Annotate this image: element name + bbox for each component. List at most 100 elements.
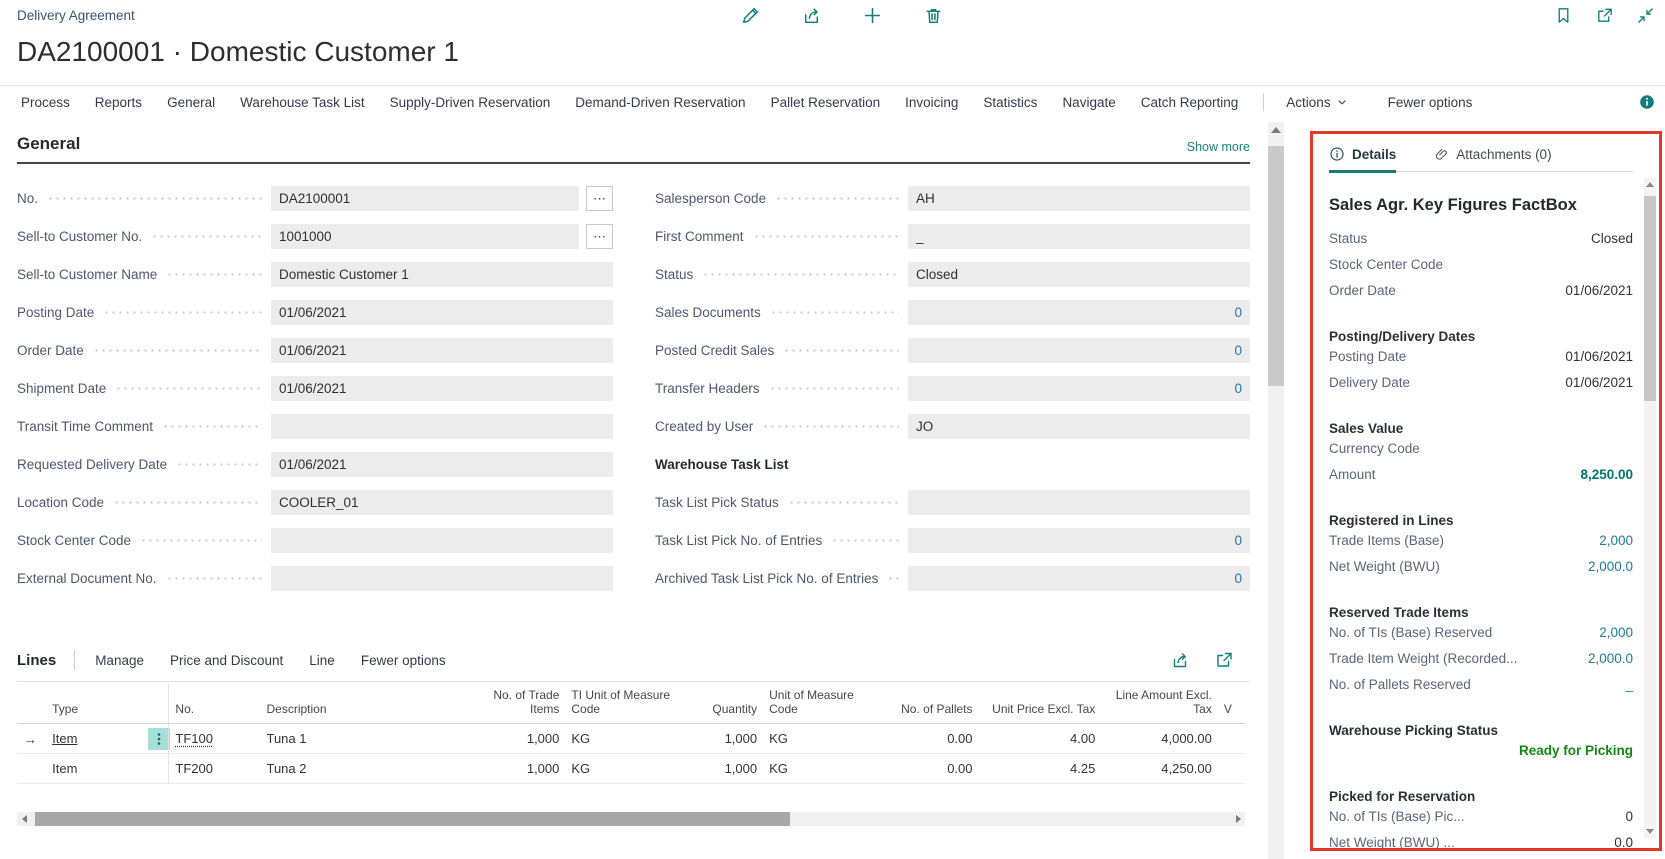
menu-item-statistics[interactable]: Statistics bbox=[983, 95, 1037, 110]
field-value[interactable]: Domestic Customer 1 bbox=[271, 262, 613, 287]
menu-item-demand-driven-reservation[interactable]: Demand-Driven Reservation bbox=[575, 95, 745, 110]
col-type[interactable]: Type bbox=[46, 684, 142, 724]
field-value[interactable]: DA2100001 bbox=[271, 186, 579, 211]
lines-menu-manage[interactable]: Manage bbox=[95, 653, 144, 668]
delete-icon[interactable] bbox=[921, 3, 945, 27]
menu-item-navigate[interactable]: Navigate bbox=[1062, 95, 1115, 110]
cell-unit-price[interactable]: 4.25 bbox=[979, 754, 1102, 784]
tab-attachments[interactable]: Attachments (0) bbox=[1434, 146, 1551, 171]
info-icon[interactable] bbox=[1639, 94, 1655, 110]
menu-item-process[interactable]: Process bbox=[21, 95, 70, 110]
cell-description[interactable]: Tuna 1 bbox=[260, 724, 473, 754]
row-options-icon[interactable] bbox=[148, 728, 170, 750]
cell-no-of-trade-items[interactable]: 1,000 bbox=[474, 724, 566, 754]
scrollbar-thumb[interactable] bbox=[35, 812, 790, 826]
field-value[interactable]: _ bbox=[908, 224, 1250, 249]
scroll-left-icon[interactable] bbox=[17, 812, 31, 826]
cell-quantity[interactable]: 1,000 bbox=[682, 724, 763, 754]
field-value[interactable]: 01/06/2021 bbox=[271, 300, 613, 325]
lines-menu-line[interactable]: Line bbox=[309, 653, 335, 668]
col-unit-of-measure-code[interactable]: Unit of Measure Code bbox=[763, 684, 880, 724]
menu-item-actions[interactable]: Actions bbox=[1286, 95, 1347, 110]
collapse-icon[interactable] bbox=[1633, 3, 1657, 27]
scrollbar-thumb[interactable] bbox=[1644, 196, 1656, 401]
field-value-drilldown[interactable]: 0 bbox=[908, 338, 1250, 363]
field-value[interactable]: JO bbox=[908, 414, 1250, 439]
field-value[interactable]: AH bbox=[908, 186, 1250, 211]
field-value[interactable]: COOLER_01 bbox=[271, 490, 613, 515]
cell-quantity[interactable]: 1,000 bbox=[682, 754, 763, 784]
cell-no-of-pallets[interactable]: 0.00 bbox=[880, 724, 979, 754]
col-ti-unit-of-measure-code[interactable]: TI Unit of Measure Code bbox=[565, 684, 682, 724]
field-value[interactable]: 1001000 bbox=[271, 224, 579, 249]
col-quantity[interactable]: Quantity bbox=[682, 684, 763, 724]
cell-ti-uom[interactable]: KG bbox=[565, 724, 682, 754]
col-unit-price-excl-tax[interactable]: Unit Price Excl. Tax bbox=[979, 684, 1102, 724]
cell-uom[interactable]: KG bbox=[763, 724, 880, 754]
cell-line-amount[interactable]: 4,000.00 bbox=[1101, 724, 1218, 754]
col-line-amount-excl-tax[interactable]: Line Amount Excl. Tax bbox=[1101, 684, 1218, 724]
menu-item-fewer-options[interactable]: Fewer options bbox=[1388, 95, 1473, 110]
field-value[interactable] bbox=[271, 566, 613, 591]
menu-item-invoicing[interactable]: Invoicing bbox=[905, 95, 958, 110]
col-no-of-trade-items[interactable]: No. of Trade Items bbox=[474, 684, 566, 724]
factbox-vertical-scrollbar[interactable] bbox=[1644, 178, 1656, 838]
cell-type[interactable]: Item bbox=[46, 754, 142, 784]
assist-edit-button[interactable]: ⋯ bbox=[586, 186, 613, 211]
lines-menu-price-and-discount[interactable]: Price and Discount bbox=[170, 653, 283, 668]
cell-no-of-pallets[interactable]: 0.00 bbox=[880, 754, 979, 784]
scroll-up-icon[interactable] bbox=[1646, 182, 1654, 187]
main-vertical-scrollbar[interactable] bbox=[1268, 122, 1284, 859]
field-value-drilldown[interactable]: 0 bbox=[908, 376, 1250, 401]
add-icon[interactable] bbox=[860, 3, 884, 27]
share-icon[interactable] bbox=[799, 3, 823, 27]
cell-ti-uom[interactable]: KG bbox=[565, 754, 682, 784]
menu-item-catch-reporting[interactable]: Catch Reporting bbox=[1141, 95, 1239, 110]
scroll-up-icon[interactable] bbox=[1271, 127, 1281, 133]
cell-line-amount[interactable]: 4,250.00 bbox=[1101, 754, 1218, 784]
cell-unit-price[interactable]: 4.00 bbox=[979, 724, 1102, 754]
field-value-drilldown[interactable]: 0 bbox=[908, 300, 1250, 325]
dotted-leader bbox=[831, 539, 899, 542]
field-value[interactable] bbox=[271, 528, 613, 553]
cell-uom[interactable]: KG bbox=[763, 754, 880, 784]
scrollbar-thumb[interactable] bbox=[1268, 146, 1284, 386]
show-more-link[interactable]: Show more bbox=[1187, 140, 1250, 154]
menu-item-general[interactable]: General bbox=[167, 95, 215, 110]
field-value[interactable]: 01/06/2021 bbox=[271, 452, 613, 477]
field-value[interactable]: 01/06/2021 bbox=[271, 338, 613, 363]
scrollbar-track[interactable] bbox=[31, 812, 1231, 826]
scroll-right-icon[interactable] bbox=[1231, 812, 1245, 826]
open-in-window-icon[interactable] bbox=[1592, 3, 1616, 27]
field-value[interactable] bbox=[908, 490, 1250, 515]
cell-item-no[interactable]: TF200 bbox=[169, 754, 261, 784]
lines-menu-fewer-options[interactable]: Fewer options bbox=[361, 653, 446, 668]
col-no-of-pallets[interactable]: No. of Pallets bbox=[880, 684, 979, 724]
cell-item-no-link[interactable]: TF100 bbox=[175, 731, 213, 746]
open-in-new-icon[interactable] bbox=[1212, 648, 1236, 672]
cell-no-of-trade-items[interactable]: 1,000 bbox=[474, 754, 566, 784]
menu-item-pallet-reservation[interactable]: Pallet Reservation bbox=[771, 95, 881, 110]
scroll-down-icon[interactable] bbox=[1646, 829, 1654, 834]
field-salesperson-code: Salesperson Code AH bbox=[655, 185, 1250, 211]
menu-item-warehouse-task-list[interactable]: Warehouse Task List bbox=[240, 95, 365, 110]
assist-edit-button[interactable]: ⋯ bbox=[586, 224, 613, 249]
cell-type[interactable]: Item bbox=[46, 724, 142, 754]
field-value[interactable] bbox=[271, 414, 613, 439]
cell-description[interactable]: Tuna 2 bbox=[260, 754, 473, 784]
field-value[interactable]: Closed bbox=[908, 262, 1250, 287]
table-row[interactable]: → Item TF100 Tuna 1 1,000 KG 1,00 bbox=[17, 724, 1245, 754]
col-no[interactable]: No. bbox=[169, 684, 261, 724]
tab-details[interactable]: Details bbox=[1329, 146, 1396, 173]
field-value-drilldown[interactable]: 0 bbox=[908, 528, 1250, 553]
field-value-drilldown[interactable]: 0 bbox=[908, 566, 1250, 591]
lines-horizontal-scrollbar[interactable] bbox=[17, 812, 1245, 826]
field-value[interactable]: 01/06/2021 bbox=[271, 376, 613, 401]
share-icon[interactable] bbox=[1168, 648, 1192, 672]
table-row[interactable]: Item TF200 Tuna 2 1,000 KG 1,000 KG 0.00… bbox=[17, 754, 1245, 784]
menu-item-supply-driven-reservation[interactable]: Supply-Driven Reservation bbox=[390, 95, 551, 110]
edit-icon[interactable] bbox=[738, 3, 762, 27]
menu-item-reports[interactable]: Reports bbox=[95, 95, 142, 110]
col-description[interactable]: Description bbox=[260, 684, 473, 724]
bookmark-icon[interactable] bbox=[1551, 3, 1575, 27]
